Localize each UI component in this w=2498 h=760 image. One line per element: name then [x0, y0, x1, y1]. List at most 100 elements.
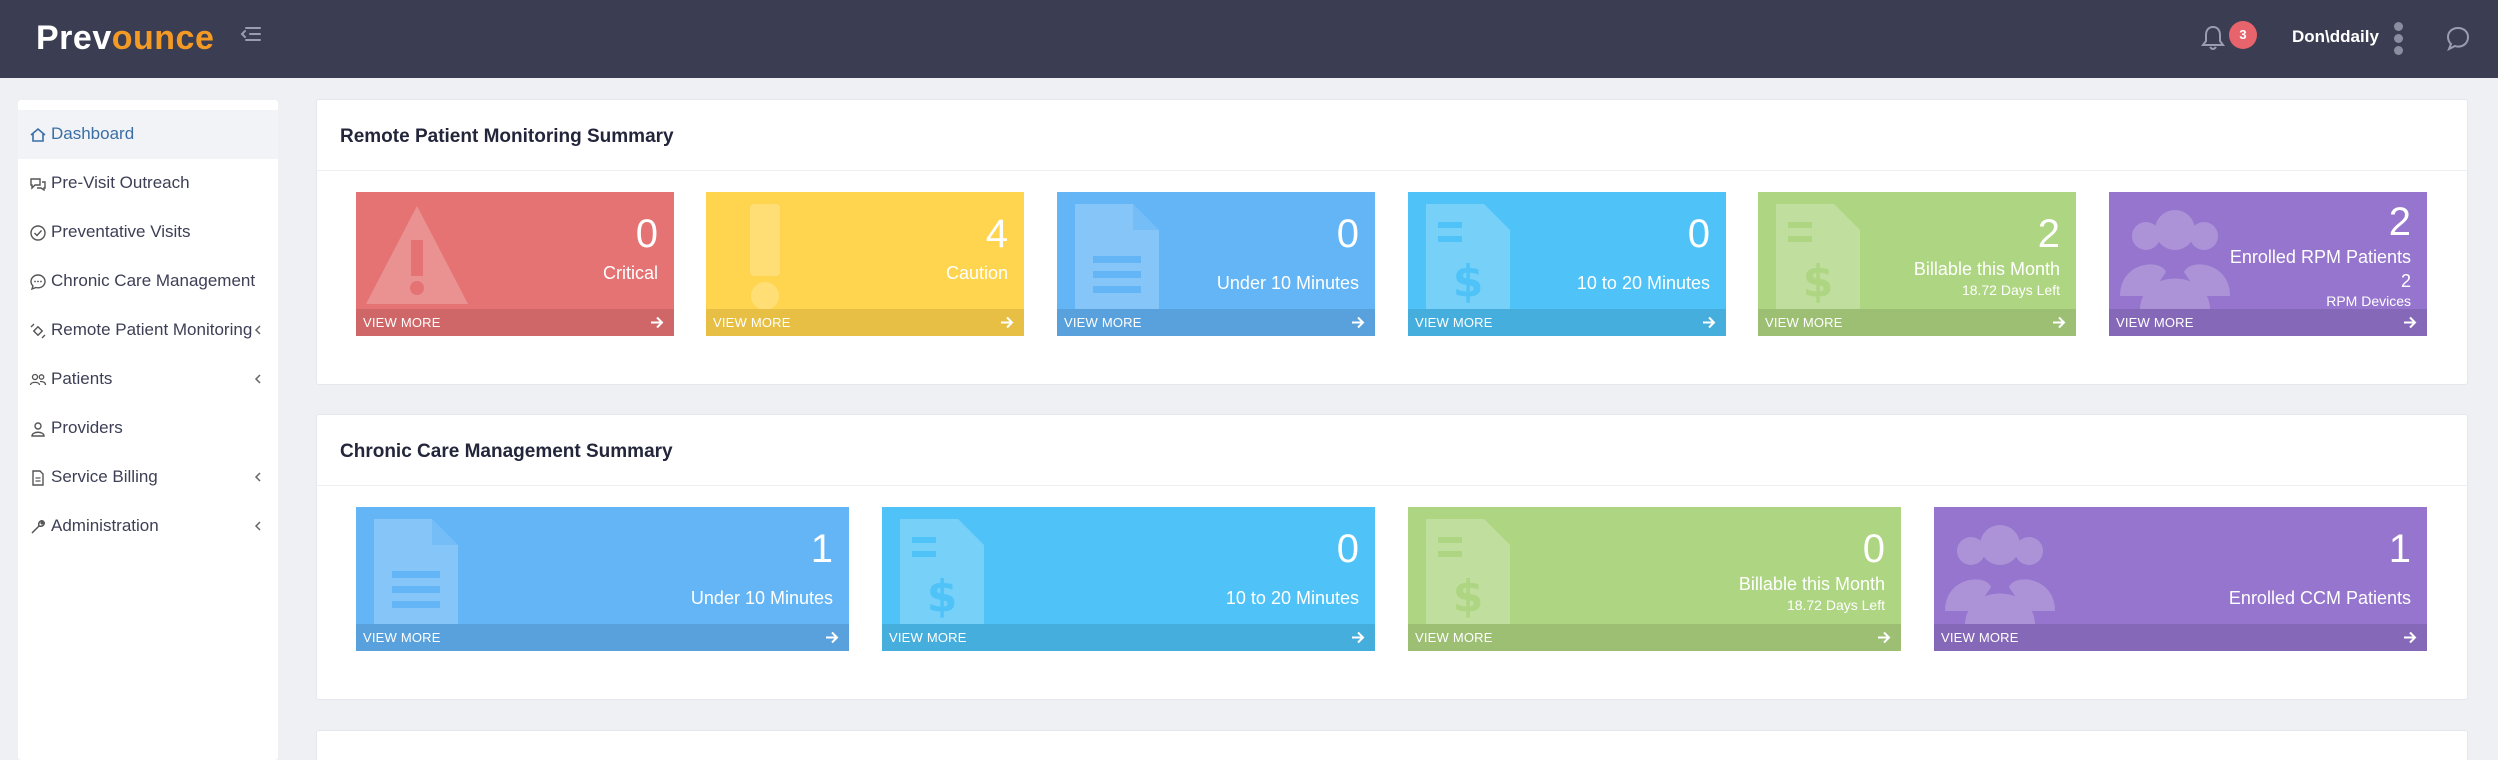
kebab-menu-icon[interactable]: [2392, 22, 2404, 56]
sidebar-item-pre-visit-outreach[interactable]: Pre-Visit Outreach: [18, 159, 278, 208]
rpm-enrolled-card[interactable]: 2 Enrolled RPM Patients 2 RPM Devices VI…: [2109, 192, 2427, 336]
rpm-billable-card[interactable]: $ 2 Billable this Month 18.72 Days Left …: [1758, 192, 2076, 336]
card-value: 0: [1862, 527, 1885, 571]
view-more-link[interactable]: VIEW MORE: [356, 624, 849, 651]
card-value: 0: [1336, 527, 1359, 571]
rpm-10-to-20-card[interactable]: $ 0 10 to 20 Minutes VIEW MORE: [1408, 192, 1726, 336]
card-label: 10 to 20 Minutes: [1576, 273, 1710, 293]
top-header: Prevounce 3 Don\ddaily: [0, 0, 2498, 78]
invoice-dollar-icon: $: [1426, 204, 1510, 310]
panel-divider: [317, 170, 2467, 171]
satellite-icon: [30, 323, 46, 339]
bell-icon[interactable]: [2200, 24, 2226, 52]
panel-title: Remote Patient Monitoring Summary: [340, 126, 674, 147]
card-label: Under 10 Minutes: [690, 588, 833, 608]
arrow-right-icon: [2053, 316, 2066, 329]
rpm-under-10-card[interactable]: 0 Under 10 Minutes VIEW MORE: [1057, 192, 1375, 336]
view-more-label: VIEW MORE: [363, 315, 441, 330]
card-value: 2: [2388, 200, 2411, 244]
view-more-label: VIEW MORE: [1765, 315, 1843, 330]
arrow-right-icon: [1703, 316, 1716, 329]
notification-badge[interactable]: 3: [2229, 21, 2257, 49]
view-more-link[interactable]: VIEW MORE: [1934, 624, 2427, 651]
view-more-link[interactable]: VIEW MORE: [1408, 624, 1901, 651]
sidebar-item-service-billing[interactable]: Service Billing: [18, 453, 278, 502]
logo-text-prev: Prev: [36, 19, 112, 57]
svg-text:$: $: [927, 571, 958, 622]
sidebar-item-label: Administration: [51, 516, 159, 535]
card-label: Critical: [602, 263, 658, 283]
view-more-link[interactable]: VIEW MORE: [1758, 309, 2076, 336]
logo-text-ounce: ounce: [111, 19, 215, 57]
arrow-right-icon: [1352, 316, 1365, 329]
sidebar-item-label: Service Billing: [51, 467, 158, 486]
card-label: 10 to 20 Minutes: [1225, 588, 1359, 608]
view-more-link[interactable]: VIEW MORE: [1057, 309, 1375, 336]
arrow-right-icon: [651, 316, 664, 329]
home-icon: [30, 127, 46, 142]
invoice-dollar-icon: $: [900, 519, 984, 625]
sidebar-item-remote-patient-monitoring[interactable]: Remote Patient Monitoring: [18, 306, 278, 355]
card-label: Enrolled RPM Patients: [2229, 247, 2411, 267]
view-more-link[interactable]: VIEW MORE: [356, 309, 674, 336]
arrow-right-icon: [1878, 631, 1891, 644]
svg-text:$: $: [1803, 256, 1834, 307]
sidebar-item-preventative-visits[interactable]: Preventative Visits: [18, 208, 278, 257]
ccm-summary-panel: Chronic Care Management Summary 1 Under …: [316, 414, 2468, 700]
svg-text:$: $: [1453, 571, 1484, 622]
card-value: 1: [2388, 527, 2411, 571]
users-icon: [29, 373, 47, 386]
sidebar: Dashboard Pre-Visit Outreach Preventativ…: [18, 100, 278, 760]
rpm-caution-card[interactable]: 4 Caution VIEW MORE: [706, 192, 1024, 336]
card-value: 0: [1687, 212, 1710, 256]
ccm-10-to-20-card[interactable]: $ 0 10 to 20 Minutes VIEW MORE: [882, 507, 1375, 651]
sidebar-item-chronic-care-management[interactable]: Chronic Care Management: [18, 257, 278, 306]
card-value: 2: [2037, 212, 2060, 256]
view-more-label: VIEW MORE: [1415, 315, 1493, 330]
view-more-link[interactable]: VIEW MORE: [2109, 309, 2427, 336]
card-value: 0: [635, 212, 658, 256]
card-value: 1: [810, 527, 833, 571]
view-more-label: VIEW MORE: [2116, 315, 2194, 330]
svg-text:$: $: [1453, 256, 1484, 307]
username[interactable]: Don\ddaily: [2292, 26, 2379, 48]
panel-divider: [317, 485, 2467, 486]
view-more-link[interactable]: VIEW MORE: [882, 624, 1375, 651]
invoice-dollar-icon: $: [1776, 204, 1860, 310]
collapse-menu-icon[interactable]: [236, 20, 266, 50]
sidebar-item-providers[interactable]: Providers: [18, 404, 278, 453]
card-label: Enrolled CCM Patients: [2228, 588, 2411, 608]
card-label: Caution: [945, 263, 1008, 283]
app-logo[interactable]: Prevounce: [36, 20, 214, 56]
card-label: Under 10 Minutes: [1216, 273, 1359, 293]
chevron-left-icon: [254, 325, 261, 335]
message-icon: [30, 274, 46, 291]
view-more-label: VIEW MORE: [1941, 630, 2019, 645]
document-icon: [374, 519, 458, 625]
sidebar-item-label: Preventative Visits: [51, 222, 191, 241]
sidebar-item-administration[interactable]: Administration: [18, 502, 278, 551]
ccm-enrolled-card[interactable]: 1 Enrolled CCM Patients VIEW MORE: [1934, 507, 2427, 651]
ccm-under-10-card[interactable]: 1 Under 10 Minutes VIEW MORE: [356, 507, 849, 651]
view-more-link[interactable]: VIEW MORE: [706, 309, 1024, 336]
card-label: Billable this Month: [1913, 259, 2060, 279]
view-more-label: VIEW MORE: [713, 315, 791, 330]
users-icon: [1945, 525, 2055, 625]
rpm-critical-card[interactable]: 0 Critical VIEW MORE: [356, 192, 674, 336]
arrow-right-icon: [2404, 631, 2417, 644]
sidebar-item-patients[interactable]: Patients: [18, 355, 278, 404]
view-more-label: VIEW MORE: [889, 630, 967, 645]
card-sublabel: 18.72 Days Left: [1786, 597, 1885, 613]
sidebar-item-dashboard[interactable]: Dashboard: [18, 110, 278, 159]
view-more-link[interactable]: VIEW MORE: [1408, 309, 1726, 336]
ccm-billable-card[interactable]: $ 0 Billable this Month 18.72 Days Left …: [1408, 507, 1901, 651]
rpm-summary-panel: Remote Patient Monitoring Summary 0 Crit…: [316, 99, 2468, 385]
chevron-left-icon: [254, 521, 261, 531]
next-summary-panel: [316, 730, 2468, 760]
invoice-icon: [32, 470, 44, 486]
exclamation-icon: [750, 204, 780, 310]
chat-icon[interactable]: [2444, 24, 2472, 52]
sidebar-item-label: Patients: [51, 369, 113, 388]
rpm-devices-count: 2: [2400, 271, 2411, 291]
arrow-right-icon: [2404, 316, 2417, 329]
